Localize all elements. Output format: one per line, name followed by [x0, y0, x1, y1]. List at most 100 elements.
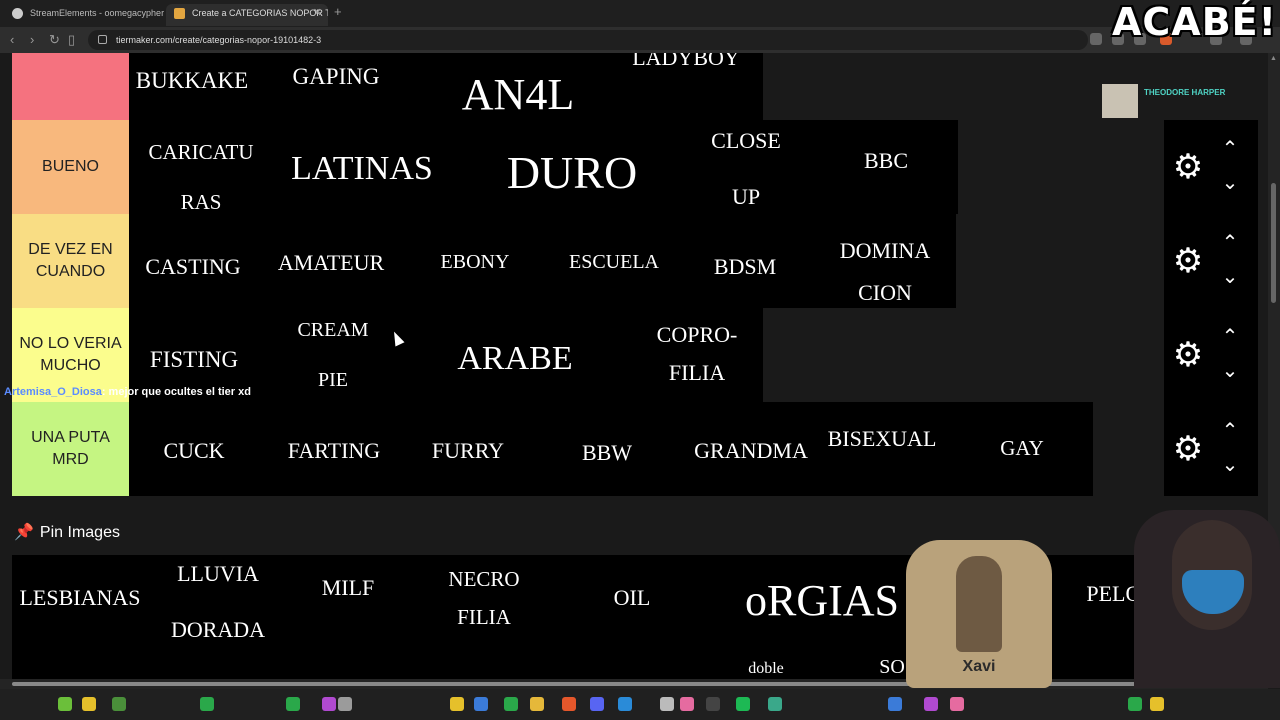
scrollbar-thumb[interactable] — [1271, 183, 1276, 303]
taskbar-app-icon[interactable] — [706, 697, 720, 711]
forward-icon[interactable]: › — [30, 32, 34, 48]
move-down-icon[interactable]: ⌄ — [1218, 361, 1242, 381]
move-up-icon[interactable]: ⌃ — [1218, 421, 1242, 441]
gear-icon[interactable]: ⚙ — [1172, 338, 1204, 372]
taskbar-app-icon[interactable] — [474, 697, 488, 711]
tier-label[interactable]: UNA PUTA MRD — [12, 402, 129, 496]
browser-tab-bar: StreamElements - oomegacypher Create a C… — [0, 0, 1280, 27]
pin-image-item[interactable]: MILF — [322, 575, 375, 601]
taskbar-app-icon[interactable] — [82, 697, 96, 711]
tier-item[interactable]: BISEXUAL — [828, 426, 937, 452]
site-info-icon[interactable] — [98, 35, 107, 44]
tier-item[interactable]: BUKKAKE — [136, 67, 248, 94]
browser-tab-streamelements[interactable]: StreamElements - oomegacypher — [4, 4, 164, 26]
gear-icon[interactable]: ⚙ — [1172, 244, 1204, 278]
tier-items-area[interactable]: CASTING AMATEUR EBONY ESCUELA BDSM DOMINA CION — [129, 214, 956, 308]
taskbar-app-icon[interactable] — [200, 697, 214, 711]
taskbar-app-icon[interactable] — [768, 697, 782, 711]
taskbar-app-icon[interactable] — [450, 697, 464, 711]
gear-icon[interactable]: ⚙ — [1172, 432, 1204, 466]
bookmark-icon[interactable]: ▯ — [68, 32, 75, 48]
tier-item-text: FILIA — [668, 360, 726, 385]
tier-item[interactable]: CUCK — [163, 438, 224, 464]
taskbar-app-icon[interactable] — [322, 697, 336, 711]
tier-label[interactable] — [12, 53, 129, 120]
taskbar-app-icon[interactable] — [736, 697, 750, 711]
taskbar-app-icon[interactable] — [562, 697, 576, 711]
taskbar-app-icon[interactable] — [1128, 697, 1142, 711]
taskbar-app-icon[interactable] — [924, 697, 938, 711]
tier-item[interactable]: BBC — [864, 148, 908, 174]
gear-icon[interactable]: ⚙ — [1172, 150, 1204, 184]
tier-item-text: AMATEUR — [277, 250, 385, 275]
pin-images-area[interactable]: LESBIANAS LLUVIA DORADA MILF NECRO FILIA OIL oR… — [12, 555, 1258, 679]
taskbar-app-icon[interactable] — [112, 697, 126, 711]
pin-image-item[interactable]: NECRO FILIA — [448, 567, 519, 630]
reload-icon[interactable]: ↻ — [49, 32, 60, 48]
tier-item[interactable]: GRANDMA — [694, 438, 808, 464]
taskbar-app-icon[interactable] — [1150, 697, 1164, 711]
tier-item[interactable]: COPRO- FILIA — [657, 322, 738, 386]
tier-item[interactable]: CASTING — [145, 254, 240, 280]
taskbar-app-icon[interactable] — [950, 697, 964, 711]
tier-label[interactable]: BUENO — [12, 120, 129, 214]
move-up-icon[interactable]: ⌃ — [1218, 233, 1242, 253]
taskbar-app-icon[interactable] — [618, 697, 632, 711]
tier-item[interactable]: GAPING — [293, 63, 380, 90]
move-down-icon[interactable]: ⌄ — [1218, 173, 1242, 193]
tier-item[interactable]: AN4L — [462, 71, 574, 119]
tier-item[interactable]: LADYBOY — [632, 53, 740, 71]
tier-items-area[interactable]: BUKKAKE GAPING AN4L LADYBOY — [129, 53, 763, 120]
close-tab-icon[interactable]: ✕ — [313, 4, 322, 22]
tier-item[interactable]: CREAM PIE — [297, 318, 368, 392]
tier-item[interactable]: FARTING — [288, 438, 380, 464]
pin-image-item[interactable]: doble — [748, 659, 784, 679]
taskbar-app-icon[interactable] — [530, 697, 544, 711]
tier-item[interactable]: FURRY — [432, 438, 504, 464]
horizontal-scrollbar-thumb[interactable] — [12, 682, 1242, 686]
tier-item[interactable]: AMATEUR — [278, 250, 384, 276]
tier-label[interactable]: DE VEZ EN CUANDO — [12, 214, 129, 308]
pin-image-item[interactable]: LLUVIA DORADA — [171, 561, 265, 643]
tier-items-area[interactable]: CARICATU RAS LATINAS DURO CLOSE UP BBC — [129, 120, 958, 214]
move-down-icon[interactable]: ⌄ — [1218, 455, 1242, 475]
new-tab-icon[interactable]: + — [334, 4, 342, 19]
tiermaker-page: BUKKAKE GAPING AN4L LADYBOY BUENO CARICATU RAS… — [0, 53, 1268, 679]
tier-item[interactable]: DOMINA CION — [840, 238, 930, 306]
pin-image-item[interactable]: SO — [879, 655, 905, 679]
address-bar[interactable]: tiermaker.com/create/categorias-nopor-19… — [88, 30, 1088, 50]
taskbar-app-icon[interactable] — [504, 697, 518, 711]
taskbar-app-icon[interactable] — [58, 697, 72, 711]
taskbar-app-icon[interactable] — [660, 697, 674, 711]
horizontal-scrollbar[interactable] — [0, 679, 1268, 689]
back-icon[interactable]: ‹ — [10, 32, 14, 48]
tier-items-area[interactable]: CUCK FARTING FURRY BBW GRANDMA BISEXUAL GAY — [129, 402, 1093, 496]
taskbar-app-icon[interactable] — [590, 697, 604, 711]
scroll-up-icon[interactable]: ▲ — [1270, 55, 1277, 62]
move-down-icon[interactable]: ⌄ — [1218, 267, 1242, 287]
tier-item[interactable]: FISTING — [150, 346, 238, 373]
pin-image-item[interactable]: oRGIAS — [745, 577, 899, 625]
tier-item[interactable]: ARABE — [457, 340, 572, 378]
pin-image-item[interactable]: OIL — [614, 585, 651, 611]
tier-item-text: UP — [731, 184, 761, 209]
pin-image-item[interactable]: LESBIANAS — [19, 585, 140, 611]
tier-item[interactable]: BBW — [582, 440, 632, 466]
tier-item[interactable]: LATINAS — [291, 150, 433, 188]
tier-item[interactable]: CARICATU RAS — [148, 140, 253, 215]
browser-tab-tiermaker[interactable]: Create a CATEGORIAS NOPOR Ti ✕ — [166, 4, 328, 26]
taskbar-app-icon[interactable] — [338, 697, 352, 711]
tier-item[interactable]: DURO — [507, 148, 637, 198]
taskbar-app-icon[interactable] — [286, 697, 300, 711]
tier-row: BUENO CARICATU RAS LATINAS DURO CLOSE UP BBC ⚙ ⌃ ⌄ — [12, 120, 1258, 214]
move-up-icon[interactable]: ⌃ — [1218, 327, 1242, 347]
taskbar-app-icon[interactable] — [888, 697, 902, 711]
taskbar-app-icon[interactable] — [680, 697, 694, 711]
tier-item[interactable]: ESCUELA — [569, 250, 659, 274]
tier-item[interactable]: GAY — [1000, 436, 1044, 461]
tier-item[interactable]: EBONY — [441, 250, 510, 274]
translate-icon[interactable] — [1090, 33, 1102, 45]
tier-item[interactable]: CLOSE UP — [711, 128, 781, 210]
move-up-icon[interactable]: ⌃ — [1218, 139, 1242, 159]
tier-item[interactable]: BDSM — [714, 254, 776, 280]
